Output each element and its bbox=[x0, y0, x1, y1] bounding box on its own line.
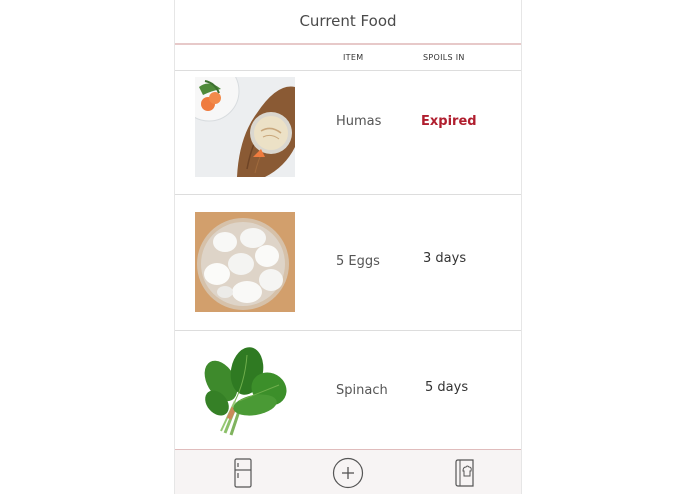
fridge-icon bbox=[234, 458, 252, 488]
food-name: 5 Eggs bbox=[336, 254, 380, 269]
page-title: Current Food bbox=[299, 11, 397, 30]
app-screen: Current Food ITEM SPOILS IN Humas Expire… bbox=[174, 0, 522, 494]
column-headers: ITEM SPOILS IN bbox=[175, 45, 521, 71]
spoils-status: Expired bbox=[421, 114, 477, 129]
fridge-tab[interactable] bbox=[225, 456, 261, 490]
bottom-tab-bar bbox=[175, 449, 521, 494]
food-name: Humas bbox=[336, 114, 382, 129]
recipes-tab[interactable] bbox=[447, 456, 483, 490]
recipe-book-icon bbox=[455, 459, 474, 487]
spinach-photo bbox=[195, 341, 295, 441]
column-header-spoils-in: SPOILS IN bbox=[423, 53, 465, 62]
add-circle-icon bbox=[332, 457, 364, 489]
app-header: Current Food bbox=[175, 0, 521, 45]
hummus-photo bbox=[195, 77, 295, 177]
spoils-status: 3 days bbox=[423, 251, 467, 266]
eggs-photo bbox=[195, 212, 295, 312]
food-row-eggs[interactable]: 5 Eggs 3 days bbox=[175, 195, 521, 331]
spoils-status: 5 days bbox=[425, 380, 469, 395]
column-header-item: ITEM bbox=[343, 53, 364, 62]
add-food-button[interactable] bbox=[330, 456, 366, 490]
food-name: Spinach bbox=[336, 383, 388, 398]
food-row-humas[interactable]: Humas Expired bbox=[175, 71, 521, 195]
food-row-spinach[interactable]: Spinach 5 days bbox=[175, 331, 521, 449]
